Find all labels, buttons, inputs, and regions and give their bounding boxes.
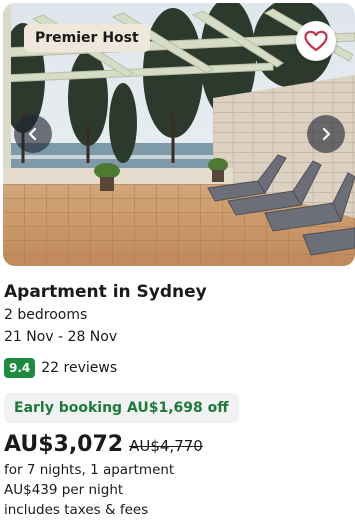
chevron-right-icon	[322, 127, 331, 141]
stay-details: for 7 nights, 1 apartment	[4, 462, 175, 478]
favorite-button[interactable]	[296, 21, 336, 61]
stay-dates: 21 Nov - 28 Nov	[4, 329, 118, 345]
price-row: AU$3,072 AU$4,770	[4, 432, 203, 457]
heart-outline-icon	[304, 30, 328, 52]
premier-host-badge: Premier Host	[24, 24, 150, 52]
previous-photo-button[interactable]	[14, 115, 52, 153]
current-price: AU$3,072	[4, 432, 124, 457]
original-price: AU$4,770	[129, 437, 203, 455]
bedrooms-text: 2 bedrooms	[4, 307, 88, 323]
property-title[interactable]: Apartment in Sydney	[4, 282, 207, 302]
reviews-count: 22 reviews	[41, 360, 118, 376]
price-per-night: AU$439 per night	[4, 482, 124, 498]
rating-row: 9.4 22 reviews	[4, 358, 117, 378]
rating-score-badge: 9.4	[4, 358, 36, 378]
property-card[interactable]: Premier Host Apartment in Sydney 2 bedro…	[0, 0, 355, 525]
taxes-note: includes taxes & fees	[4, 502, 149, 518]
next-photo-button[interactable]	[307, 115, 345, 153]
early-booking-deal-badge: Early booking AU$1,698 off	[4, 393, 239, 423]
chevron-left-icon	[28, 127, 37, 141]
